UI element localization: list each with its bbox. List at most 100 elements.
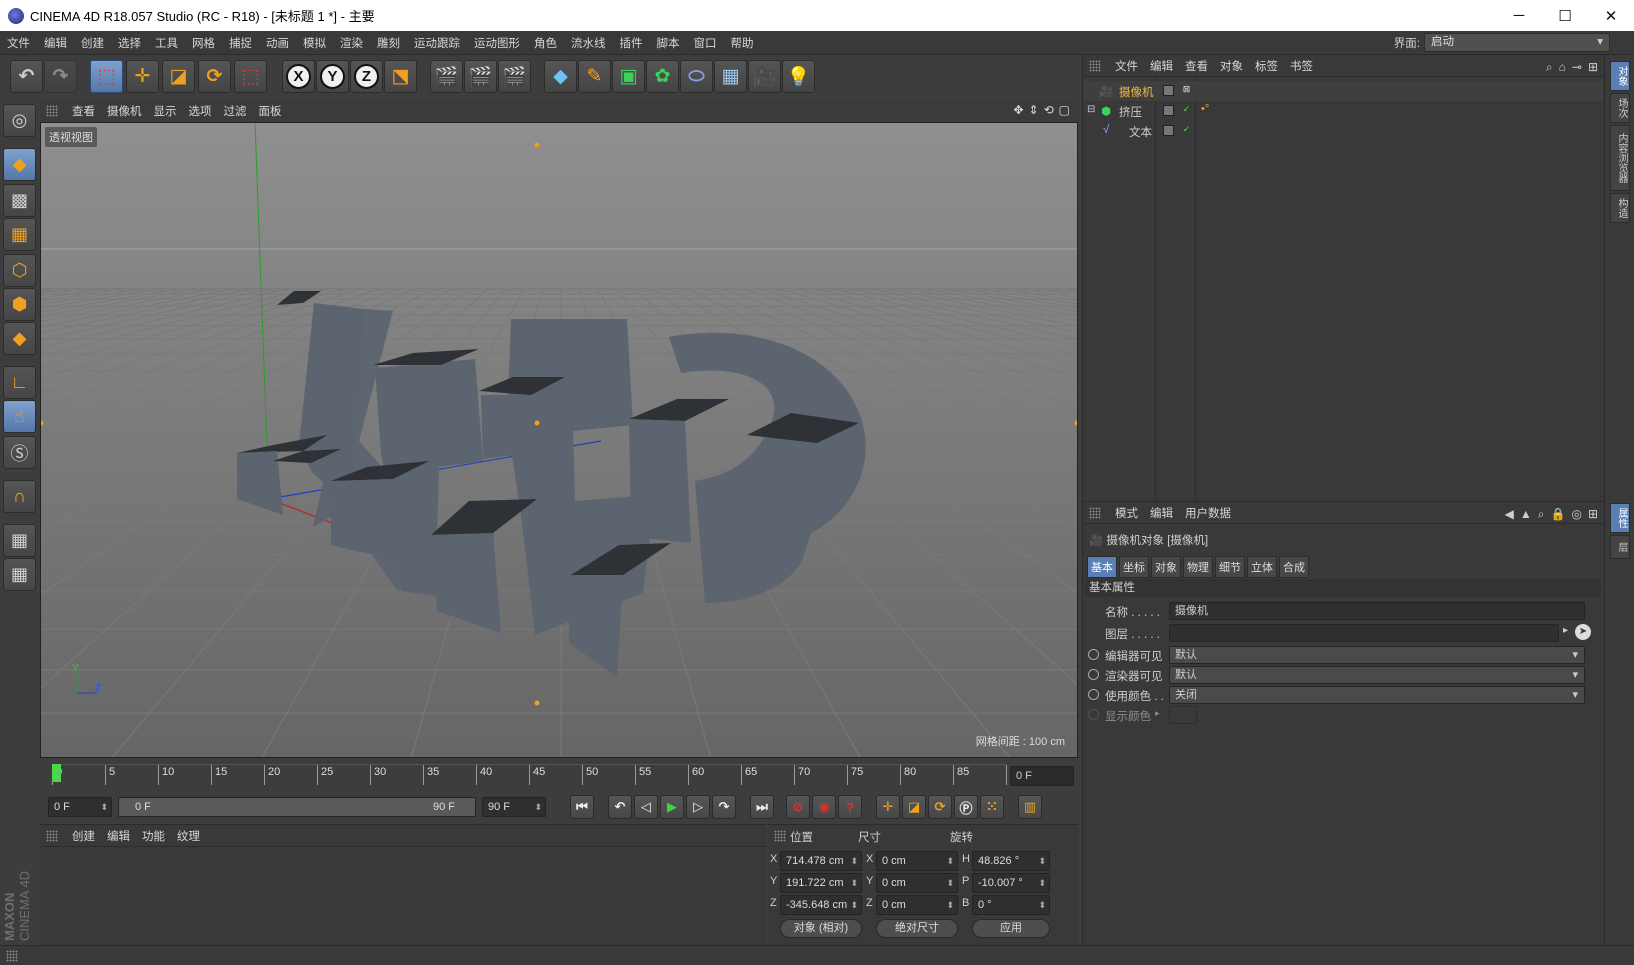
prop-layer-field[interactable] [1169, 624, 1559, 642]
timeline-window-button[interactable]: ▥ [1018, 795, 1042, 819]
vtab-takes[interactable]: 场次 [1610, 93, 1630, 123]
menu-plugins[interactable]: 插件 [613, 35, 650, 51]
next-key-button[interactable]: ↷ [712, 795, 736, 819]
tab-composition[interactable]: 合成 [1279, 556, 1309, 578]
object-row-text[interactable]: √ 文本 ✓ [1083, 121, 1603, 141]
new-panel-icon[interactable]: ⊞ [1588, 60, 1598, 75]
tab-basic[interactable]: 基本 [1087, 556, 1117, 578]
tab-details[interactable]: 细节 [1215, 556, 1245, 578]
magnet-button[interactable]: ∩ [3, 480, 36, 513]
add-pen-spline-button[interactable]: ✎ [578, 60, 611, 93]
rotation-b-field[interactable]: 0 ° [972, 895, 1050, 915]
use-color-radio-icon[interactable] [1088, 689, 1099, 700]
polygons-mode-button[interactable]: ◆ [3, 322, 36, 355]
viewport-menu-view[interactable]: 查看 [66, 103, 101, 119]
coordinate-system-button[interactable]: ⬔ [384, 60, 417, 93]
search-icon[interactable]: ⌕ [1538, 507, 1545, 522]
display-color-expand-icon[interactable]: ▸ [1155, 708, 1160, 719]
object-row-camera[interactable]: 🎥 摄像机 ⊠ [1083, 81, 1603, 101]
render-visible-dropdown[interactable]: 默认 [1169, 666, 1585, 684]
menu-mograph[interactable]: 运动图形 [467, 35, 527, 51]
menu-window[interactable]: 窗口 [687, 35, 724, 51]
live-selection-button[interactable]: ⬚ [90, 60, 123, 93]
record-parameter-button[interactable]: Ⓟ [954, 795, 978, 819]
workplane-align-button[interactable]: ▦ [3, 558, 36, 591]
close-button[interactable]: ✕ [1588, 0, 1634, 31]
object-menu-file[interactable]: 文件 [1109, 58, 1144, 74]
rotation-p-field[interactable]: -10.007 ° [972, 873, 1050, 893]
frame-range-slider[interactable]: 0 F 90 F [118, 797, 476, 817]
size-mode-dropdown[interactable]: 绝对尺寸 [876, 919, 958, 938]
menu-file[interactable]: 文件 [0, 35, 37, 51]
viewport-menu-filter[interactable]: 过滤 [218, 103, 253, 119]
go-to-start-button[interactable]: ⏮ [570, 795, 594, 819]
model-mode-button[interactable]: ◆ [3, 148, 36, 181]
y-axis-lock-button[interactable]: Y [316, 60, 349, 93]
minimize-button[interactable]: ─ [1496, 0, 1542, 31]
orbit-icon[interactable]: ⟲ [1044, 103, 1054, 117]
new-panel-icon[interactable]: ⊞ [1588, 507, 1598, 522]
workplane-lock-button[interactable]: ▦ [3, 524, 36, 557]
scale-tool-button[interactable]: ◪ [162, 60, 195, 93]
home-icon[interactable]: ⌂ [1559, 60, 1566, 75]
layout-select[interactable]: 启动 [1424, 33, 1610, 52]
attribute-menu-user-data[interactable]: 用户数据 [1179, 505, 1237, 521]
timeline[interactable]: 051015202530354045505560657075808590 0 F [40, 760, 1078, 790]
coordinate-mode-dropdown[interactable]: 对象 (相对) [780, 919, 862, 938]
maximize-button[interactable]: ☐ [1542, 0, 1588, 31]
menu-script[interactable]: 脚本 [650, 35, 687, 51]
text-enable-check[interactable]: ✓ [1181, 125, 1192, 136]
keyframe-selection-button[interactable]: ? [838, 795, 862, 819]
camera-visibility-toggle[interactable] [1163, 85, 1174, 96]
edges-mode-button[interactable]: ⬢ [3, 288, 36, 321]
viewport-menu-options[interactable]: 选项 [183, 103, 218, 119]
viewport-menu-display[interactable]: 显示 [148, 103, 183, 119]
menu-mesh[interactable]: 网格 [185, 35, 222, 51]
current-frame-field[interactable]: 0 F [1010, 766, 1074, 786]
rotate-tool-button[interactable]: ⟳ [198, 60, 231, 93]
up-arrow-icon[interactable]: ▲ [1520, 507, 1532, 522]
attribute-menu-mode[interactable]: 模式 [1109, 505, 1144, 521]
end-frame-field[interactable]: 90 F [482, 797, 546, 817]
tab-physical[interactable]: 物理 [1183, 556, 1213, 578]
add-floor-button[interactable]: ▦ [714, 60, 747, 93]
add-subdivision-button[interactable]: ▣ [612, 60, 645, 93]
rotation-h-field[interactable]: 48.826 ° [972, 851, 1050, 871]
render-view-button[interactable]: 🎬 [430, 60, 463, 93]
timeline-ruler[interactable]: 051015202530354045505560657075808590 [52, 764, 1022, 785]
object-menu-tags[interactable]: 标签 [1249, 58, 1284, 74]
size-x-field[interactable]: 0 cm [876, 851, 958, 871]
layer-arrow-icon[interactable]: ▸ [1563, 625, 1568, 636]
vtab-content-browser[interactable]: 内容浏览器 [1610, 125, 1630, 191]
record-scale-button[interactable]: ◪ [902, 795, 926, 819]
add-cube-button[interactable]: ◆ [544, 60, 577, 93]
collapse-icon[interactable]: ⊟ [1087, 104, 1095, 115]
editor-visible-radio-icon[interactable] [1088, 649, 1099, 660]
record-point-level-button[interactable]: ⁙ [980, 795, 1004, 819]
text-visibility-toggle[interactable] [1163, 125, 1174, 136]
position-z-field[interactable]: -345.648 cm [780, 895, 862, 915]
attribute-menu-edit[interactable]: 编辑 [1144, 505, 1179, 521]
size-y-field[interactable]: 0 cm [876, 873, 958, 893]
start-frame-field[interactable]: 0 F [48, 797, 112, 817]
use-color-dropdown[interactable]: 关闭 [1169, 686, 1585, 704]
viewport-menu-cameras[interactable]: 摄像机 [101, 103, 148, 119]
back-arrow-icon[interactable]: ◀ [1505, 507, 1514, 522]
object-menu-edit[interactable]: 编辑 [1144, 58, 1179, 74]
display-color-radio-icon[interactable] [1088, 709, 1099, 720]
make-editable-button[interactable]: ◎ [3, 104, 36, 137]
camera-enable-toggle[interactable]: ⊠ [1181, 85, 1192, 96]
last-tool-button[interactable]: ⬚ [234, 60, 267, 93]
undo-button[interactable]: ↶ [10, 60, 43, 93]
tab-object[interactable]: 对象 [1151, 556, 1181, 578]
autokey-button[interactable]: ◉ [812, 795, 836, 819]
axis-mode-button[interactable]: ∟ [3, 366, 36, 399]
menu-motion-tracking[interactable]: 运动跟踪 [407, 35, 467, 51]
object-menu-bookmarks[interactable]: 书签 [1284, 58, 1319, 74]
menu-character[interactable]: 角色 [527, 35, 564, 51]
extrude-enable-check[interactable]: ✓ [1181, 105, 1192, 116]
move-tool-button[interactable]: ✛ [126, 60, 159, 93]
prop-name-input[interactable]: 摄像机 [1169, 602, 1585, 620]
tweak-mode-button[interactable]: ☝ [3, 400, 36, 433]
points-mode-button[interactable]: ⬡ [3, 254, 36, 287]
